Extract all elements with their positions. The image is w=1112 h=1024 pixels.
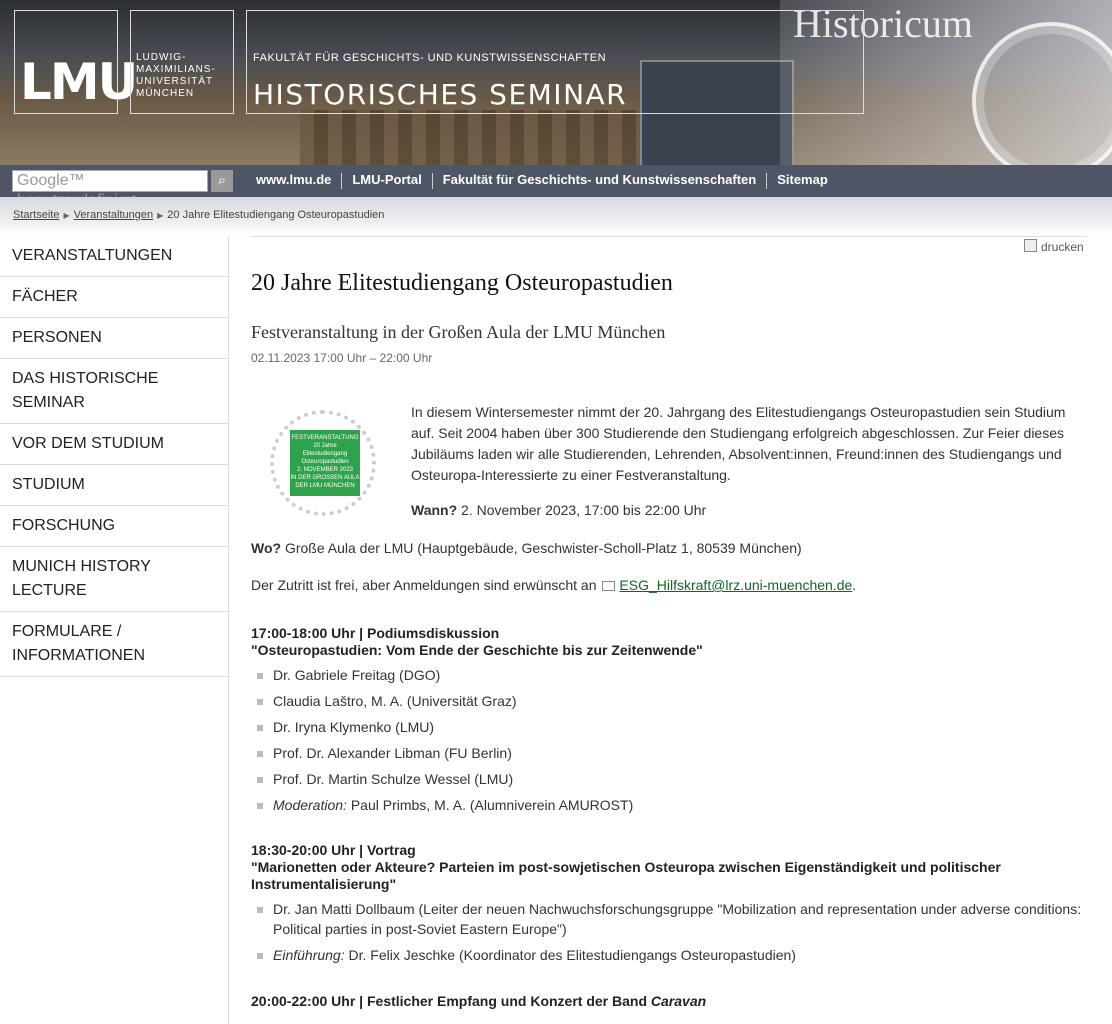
speaker-name: Prof. Dr. Alexander Libman (FU Berlin) [273, 745, 512, 761]
section-title: "Marionetten oder Akteure? Parteien im p… [251, 859, 1001, 892]
program-section-2: 18:30-20:00 Uhr | Vortrag "Marionetten o… [251, 842, 1087, 971]
list-item: Einführung: Dr. Felix Jeschke (Koordinat… [251, 945, 1087, 965]
toplink-sitemap[interactable]: Sitemap [777, 172, 828, 187]
event-logo-badge: FESTVERANSTALTUNG 20 Jahre Elitestudieng… [290, 430, 360, 496]
mail-icon [602, 581, 616, 591]
section-type: Vortrag [366, 842, 416, 858]
logo-line: 20 Jahre [313, 443, 337, 449]
breadcrumb-arrow-icon: ▶ [157, 211, 164, 220]
sidebar-item-munich-history-lecture[interactable]: MUNICH HISTORY LECTURE [0, 547, 228, 612]
sidebar-item-vor-dem-studium[interactable]: VOR DEM STUDIUM [0, 424, 228, 465]
toplink-faculty[interactable]: Fakultät für Geschichts- und Kunstwissen… [443, 172, 757, 187]
breadcrumb: Startseite ▶ Veranstaltungen ▶ 20 Jahre Elit… [13, 209, 384, 221]
toplink-lmu[interactable]: www.lmu.de [256, 172, 331, 187]
breadcrumb-current: 20 Jahre Elitestudiengang Osteuropastudi… [167, 209, 385, 221]
list-item: Dr. Iryna Klymenko (LMU) [251, 717, 1087, 737]
when-label: Wann? [411, 502, 458, 518]
where-info: Wo? Große Aula der LMU (Hauptgebäude, Ge… [251, 540, 802, 556]
separator [341, 172, 343, 189]
sidebar-nav: VERANSTALTUNGEN FÄCHER PERSONEN DAS HIST… [0, 236, 229, 1024]
speaker-role: Einführung: [273, 947, 345, 963]
program-section-3: 20:00-22:00 Uhr | Festlicher Empfang und… [251, 993, 1087, 1010]
registration-text: Der Zutritt ist frei, aber Anmeldungen s… [251, 577, 597, 593]
section-title: "Osteuropastudien: Vom Ende der Geschich… [251, 642, 703, 658]
email-suffix: . [852, 577, 857, 593]
logo-line: FESTVERANSTALTUNG [291, 435, 359, 441]
page-title: 20 Jahre Elitestudiengang Osteuropastudi… [251, 270, 673, 296]
when-info: Wann? 2. November 2023, 17:00 bis 22:00 … [411, 502, 706, 518]
top-links: www.lmu.de LMU-Portal Fakultät für Geschic… [256, 172, 828, 189]
breadcrumb-events[interactable]: Veranstaltungen [74, 209, 154, 221]
speaker-list: Dr. Jan Matti Dollbaum (Leiter der neuen… [251, 899, 1087, 965]
separator [431, 172, 433, 189]
logo-line: Elitestudiengang [302, 451, 348, 457]
search-input[interactable]: Google™ benutzerdefiniert [12, 170, 208, 209]
section-time: 18:30-20:00 Uhr [251, 842, 356, 858]
search-icon[interactable]: ⌕ [211, 170, 233, 192]
band-name: Caravan [650, 993, 707, 1009]
section-heading: 20:00-22:00 Uhr | Festlicher Empfang und… [251, 993, 707, 1009]
speaker-list: Dr. Gabriele Freitag (DGO) Claudia Laštr… [251, 665, 1087, 815]
speaker-name: Dr. Felix Jeschke (Koordinator des Elite… [344, 947, 796, 963]
section-type: Podiumsdiskussion [366, 625, 500, 641]
list-item: Claudia Laštro, M. A. (Universität Graz) [251, 691, 1087, 711]
section-heading: 17:00-18:00 Uhr | Podiumsdiskussion [251, 625, 500, 641]
where-label: Wo? [251, 540, 282, 556]
sidebar-item-veranstaltungen[interactable]: VERANSTALTUNGEN [0, 236, 228, 277]
speaker-name: Dr. Jan Matti Dollbaum (Leiter der neuen… [273, 901, 1082, 937]
sidebar-item-personen[interactable]: PERSONEN [0, 318, 228, 359]
when-value: 2. November 2023, 17:00 bis 22:00 Uhr [457, 502, 707, 518]
program-section-1: 17:00-18:00 Uhr | Podiumsdiskussion "Ost… [251, 625, 1087, 821]
breadcrumb-home[interactable]: Startseite [13, 209, 59, 221]
speaker-name: Paul Primbs, M. A. (Alumniverein AMUROST… [346, 797, 634, 813]
list-item: Dr. Jan Matti Dollbaum (Leiter der neuen… [251, 899, 1087, 939]
where-value: Große Aula der LMU (Hauptgebäude, Geschw… [281, 540, 802, 556]
sidebar-item-faecher[interactable]: FÄCHER [0, 277, 228, 318]
faculty-name[interactable]: FAKULTÄT FÜR GESCHICHTS- UND KUNSTWISSEN… [253, 52, 606, 64]
logo-line: 2. NOVEMBER 2023 [296, 467, 354, 473]
section-time: 20:00-22:00 Uhr [251, 993, 356, 1009]
section-time: 17:00-18:00 Uhr [251, 625, 356, 641]
seminar-name[interactable]: HISTORISCHES SEMINAR [253, 78, 627, 111]
page-subtitle: Festveranstaltung in der Großen Aula der… [251, 322, 666, 342]
speaker-name: Prof. Dr. Martin Schulze Wessel (LMU) [273, 771, 514, 787]
speaker-role: Moderation: [273, 797, 347, 813]
print-label[interactable]: drucken [1041, 240, 1084, 254]
separator [766, 172, 768, 189]
printer-icon[interactable] [1024, 239, 1037, 252]
section-heading: 18:30-20:00 Uhr | Vortrag [251, 842, 416, 858]
list-item: Moderation: Paul Primbs, M. A. (Alumnive… [251, 795, 1087, 815]
sidebar-item-historisches-seminar[interactable]: DAS HISTORISCHE SEMINAR [0, 359, 228, 424]
lmu-logo[interactable]: LMU [20, 52, 138, 112]
university-name: LUDWIG- MAXIMILIANS- UNIVERSITÄT MÜNCHEN [136, 52, 216, 99]
sidebar-item-formulare[interactable]: FORMULARE / INFORMATIONEN [0, 612, 228, 677]
toplink-portal[interactable]: LMU-Portal [352, 172, 421, 187]
event-date: 02.11.2023 17:00 Uhr – 22:00 Uhr [251, 351, 433, 365]
print-link[interactable]: drucken [1024, 239, 1084, 254]
logo-line: DER LMU MÜNCHEN [295, 483, 355, 489]
registration-info: Der Zutritt ist frei, aber Anmeldungen s… [251, 577, 856, 593]
list-item: Dr. Gabriele Freitag (DGO) [251, 665, 1087, 685]
event-logo-image: FESTVERANSTALTUNG 20 Jahre Elitestudieng… [270, 410, 380, 520]
content-divider [251, 236, 1087, 237]
section-type: Festlicher Empfang und Konzert der Band [366, 993, 651, 1009]
logo-line: Osteuropastudien [301, 459, 349, 465]
sidebar-item-forschung[interactable]: FORSCHUNG [0, 506, 228, 547]
speaker-name: Dr. Gabriele Freitag (DGO) [273, 667, 441, 683]
logo-line: IN DER GROSSEN AULA [290, 475, 360, 481]
registration-email-link[interactable]: ESG_Hilfskraft@lrz.uni-muenchen.de [619, 577, 852, 593]
list-item: Prof. Dr. Martin Schulze Wessel (LMU) [251, 769, 1087, 789]
speaker-name: Claudia Laštro, M. A. (Universität Graz) [273, 693, 517, 709]
speaker-name: Dr. Iryna Klymenko (LMU) [273, 719, 435, 735]
intro-paragraph: In diesem Wintersemester nimmt der 20. J… [411, 404, 1066, 483]
sidebar-item-studium[interactable]: STUDIUM [0, 465, 228, 506]
breadcrumb-arrow-icon: ▶ [63, 211, 70, 220]
list-item: Prof. Dr. Alexander Libman (FU Berlin) [251, 743, 1087, 763]
